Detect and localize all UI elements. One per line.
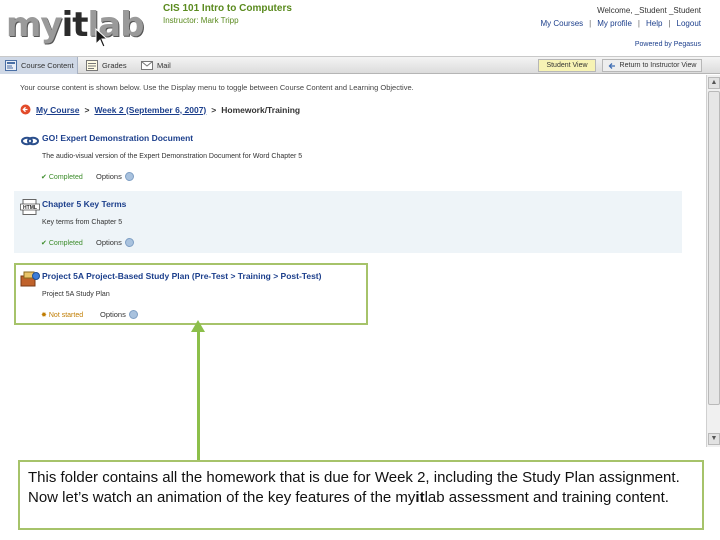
item-status-label: Completed [48,173,83,181]
logout-link[interactable]: Logout [677,19,701,28]
item-status: ✸ Not started [41,311,84,320]
return-arrow-icon [608,62,615,69]
link-separator: | [589,19,592,28]
item-status-label: Completed [48,239,83,247]
link-separator: | [637,19,640,28]
content-item-highlighted: Project 5A Project-Based Study Plan (Pre… [14,263,368,325]
cursor-icon [95,28,109,48]
breadcrumb-current: Homework/Training [221,104,301,115]
callout-text-end: lab assessment and training content. [424,489,669,506]
return-to-instructor-view-button[interactable]: Return to Instructor View [602,59,702,72]
item-title[interactable]: Project 5A Project-Based Study Plan (Pre… [42,271,321,281]
tab-grades[interactable]: Grades [86,57,127,74]
content-item: HTML Chapter 5 Key Terms Key terms from … [14,191,682,253]
breadcrumb-separator: > [211,104,217,115]
scrollbar-thumb[interactable] [708,91,720,405]
breadcrumb: My Course > Week 2 (September 6, 2007) >… [20,104,300,115]
options-menu[interactable]: Options [100,310,138,319]
welcome-text: Welcome, _Student _Student [597,6,701,15]
html-document-icon: HTML [20,199,40,215]
breadcrumb-my-course[interactable]: My Course [36,105,79,115]
app-header: my itlab CIS 101 Intro to Computers Instr… [0,0,720,56]
tab-bar: Course Content Grades Mail Student View … [0,57,720,74]
options-dropdown-icon[interactable] [124,172,134,181]
link-icon [21,136,39,146]
options-dropdown-icon[interactable] [128,310,138,319]
item-description: The audio-visual version of the Expert D… [42,153,303,160]
my-profile-link[interactable]: My profile [597,19,632,28]
student-view-button[interactable]: Student View [538,59,596,72]
breadcrumb-separator: > [84,104,90,115]
breadcrumb-week[interactable]: Week 2 (September 6, 2007) [94,105,206,115]
powered-by[interactable]: Powered by Pegasus [635,41,701,48]
logo-my: my [6,5,63,45]
options-label: Options [100,310,126,319]
item-title[interactable]: GO! Expert Demonstration Document [42,133,193,143]
item-status: ✔ Completed [41,173,83,182]
link-separator: | [668,19,671,28]
course-content-icon [5,60,17,71]
tab-course-content[interactable]: Course Content [0,57,78,74]
tab-mail[interactable]: Mail [141,57,171,74]
instructor-name: Instructor: Mark Tripp [163,16,239,25]
mail-icon [141,61,153,70]
intro-text: Your course content is shown below. Use … [20,83,414,92]
options-dropdown-icon[interactable] [124,238,134,247]
callout-box: This folder contains all the homework th… [18,460,704,530]
options-label: Options [96,172,122,181]
item-title[interactable]: Chapter 5 Key Terms [42,199,126,209]
study-plan-icon [20,271,40,287]
back-arrow-icon[interactable] [20,104,31,115]
tab-grades-label: Grades [102,61,127,70]
callout-text-bold: it [415,489,425,506]
course-content-area: Your course content is shown below. Use … [0,75,706,447]
help-link[interactable]: Help [646,19,662,28]
content-item: GO! Expert Demonstration Document The au… [14,125,682,187]
myitlab-logo[interactable]: my itlab [6,2,156,48]
item-status-label: Not started [48,311,84,319]
vertical-scrollbar[interactable]: ▲ ▼ [706,75,720,447]
scroll-up-icon[interactable]: ▲ [708,77,720,89]
tab-course-content-label: Course Content [21,61,74,70]
scroll-down-icon[interactable]: ▼ [708,433,720,445]
logo-it: it [58,5,89,45]
options-menu[interactable]: Options [96,172,134,181]
return-view-label: Return to Instructor View [619,62,697,69]
item-status: ✔ Completed [41,239,83,248]
top-links: My Courses | My profile | Help | Logout [540,19,701,28]
grades-icon [86,60,98,71]
my-courses-link[interactable]: My Courses [540,19,583,28]
callout-connector [197,328,200,460]
checkmark-icon: ✔ [41,240,47,247]
checkmark-icon: ✔ [41,174,47,181]
item-description: Project 5A Study Plan [42,291,110,298]
options-menu[interactable]: Options [96,238,134,247]
course-title[interactable]: CIS 101 Intro to Computers [163,3,292,14]
not-started-icon: ✸ [41,312,47,319]
svg-text:HTML: HTML [23,205,37,211]
item-description: Key terms from Chapter 5 [42,219,123,226]
tab-mail-label: Mail [157,61,171,70]
options-label: Options [96,238,122,247]
